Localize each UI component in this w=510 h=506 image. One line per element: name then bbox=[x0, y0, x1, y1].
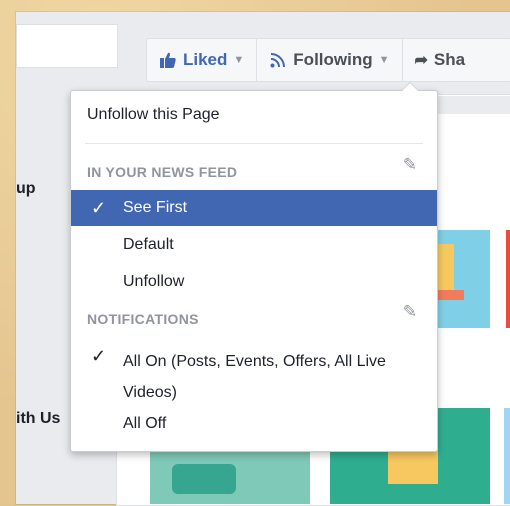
share-arrow-icon: ➦ bbox=[414, 52, 428, 69]
sidebar-partial-item[interactable]: up bbox=[16, 180, 36, 198]
checkmark-icon: ✓ bbox=[91, 346, 107, 366]
chevron-down-icon: ▼ bbox=[233, 54, 245, 66]
left-search-box[interactable] bbox=[16, 24, 118, 68]
notifications-header-label: NOTIFICATIONS bbox=[87, 311, 199, 327]
thumbs-up-icon bbox=[160, 52, 176, 68]
unfollow-page-item[interactable]: Unfollow this Page bbox=[71, 97, 437, 133]
all-on-option[interactable]: ✓ All On (Posts, Events, Offers, All Liv… bbox=[71, 338, 437, 404]
following-button[interactable]: Following ▼ bbox=[257, 39, 403, 81]
default-option[interactable]: Default bbox=[71, 227, 437, 263]
see-first-option[interactable]: ✓ See First bbox=[71, 190, 437, 226]
share-button-label: Sha bbox=[433, 50, 466, 69]
unfollow-page-label: Unfollow this Page bbox=[87, 106, 220, 123]
illustration-tile bbox=[150, 444, 310, 504]
notifications-section-header: NOTIFICATIONS bbox=[87, 311, 423, 327]
see-first-label: See First bbox=[123, 199, 188, 216]
sidebar-partial-item[interactable]: ith Us bbox=[16, 410, 60, 428]
liked-button[interactable]: Liked ▼ bbox=[147, 39, 258, 81]
rss-icon bbox=[270, 53, 286, 68]
all-off-label: All Off bbox=[123, 415, 167, 432]
news-feed-header-label: IN YOUR NEWS FEED bbox=[87, 164, 238, 180]
all-on-label-line1: All On (Posts, Events, Offers, All Live bbox=[123, 353, 386, 370]
dropdown-pointer bbox=[401, 82, 419, 91]
chevron-down-icon: ▼ bbox=[378, 54, 390, 66]
all-off-option[interactable]: All Off bbox=[71, 406, 437, 442]
following-button-label: Following bbox=[293, 50, 373, 69]
share-button[interactable]: ➦ Sha bbox=[403, 39, 478, 81]
illustration-tile-edge bbox=[506, 230, 510, 328]
pencil-icon[interactable]: ✎ bbox=[403, 302, 417, 322]
page-action-bar: Liked ▼ Following ▼ ➦ Sha bbox=[146, 38, 510, 82]
illustration-tile-edge bbox=[504, 408, 510, 504]
illustration-shape bbox=[172, 464, 236, 494]
all-on-label: All On (Posts, Events, Offers, All Live … bbox=[123, 346, 386, 408]
default-label: Default bbox=[123, 236, 174, 253]
all-on-label-line2: Videos) bbox=[123, 384, 177, 401]
checkmark-icon: ✓ bbox=[91, 197, 107, 218]
unfollow-label: Unfollow bbox=[123, 273, 185, 290]
unfollow-option[interactable]: Unfollow bbox=[71, 264, 437, 300]
menu-divider bbox=[85, 143, 423, 144]
pencil-icon[interactable]: ✎ bbox=[403, 155, 417, 175]
liked-button-label: Liked bbox=[183, 50, 228, 69]
news-feed-section-header: IN YOUR NEWS FEED bbox=[87, 164, 423, 180]
following-dropdown-menu: Unfollow this Page IN YOUR NEWS FEED ✎ ✓… bbox=[70, 82, 438, 452]
